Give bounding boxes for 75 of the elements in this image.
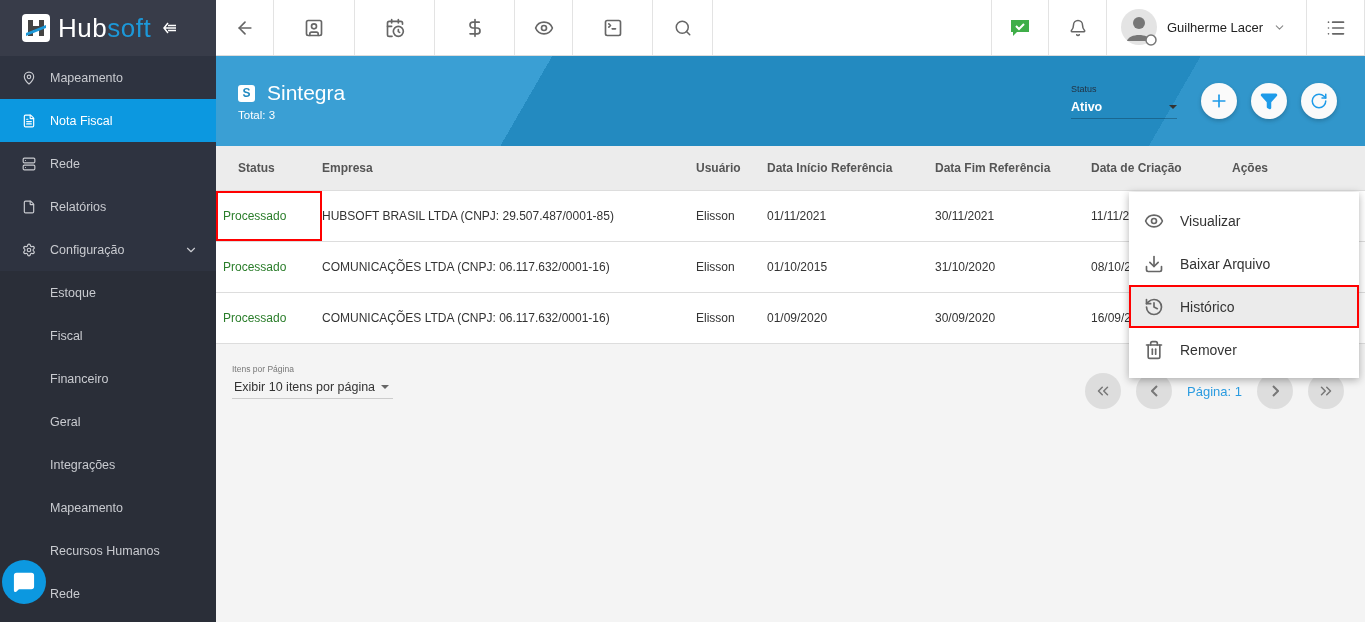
filter-button[interactable] xyxy=(1251,83,1287,119)
refresh-icon xyxy=(1310,92,1328,110)
menu-item[interactable]: Visualizar xyxy=(1129,199,1359,242)
sidebar-subitem[interactable]: Rede xyxy=(0,572,216,615)
status-select[interactable]: Status Ativo xyxy=(1071,83,1177,119)
table-cell: 08/10/2 xyxy=(1091,260,1132,274)
table-cell: 01/10/2015 xyxy=(767,260,828,274)
avatar-icon xyxy=(1121,8,1157,47)
settings-icon xyxy=(22,242,36,257)
menu-item[interactable]: Baixar Arquivo xyxy=(1129,242,1359,285)
table-cell: COMUNICAÇÕES LTDA (CNPJ: 06.117.632/0001-16) xyxy=(322,260,610,274)
brand-name: Hubsoft xyxy=(58,12,152,44)
history-icon xyxy=(1144,296,1164,317)
bell-icon xyxy=(1068,18,1087,37)
first-page-button[interactable] xyxy=(1085,373,1122,409)
page-title: Sintegra xyxy=(267,81,346,105)
menu-item[interactable]: Histórico xyxy=(1129,285,1359,328)
collapse-icon[interactable] xyxy=(163,22,178,34)
total-count: Total: 3 xyxy=(238,109,277,121)
refresh-button[interactable] xyxy=(1301,83,1337,119)
table-cell: 30/11/2021 xyxy=(935,209,995,223)
sidebar-item[interactable]: Rede xyxy=(0,142,216,185)
table-cell: Elisson xyxy=(696,209,735,223)
logo-icon xyxy=(22,14,50,42)
column-header: Status xyxy=(237,161,276,175)
table-cell: Elisson xyxy=(696,260,735,274)
sidebar-item[interactable]: Mapeamento xyxy=(0,56,216,99)
terminal-icon xyxy=(602,17,623,38)
column-header: Data Início Referência xyxy=(767,161,894,175)
sidebar-subitem[interactable]: Mapeamento xyxy=(0,486,216,529)
contact-card-icon xyxy=(304,17,324,38)
chevron-right-icon xyxy=(1271,385,1279,397)
download-icon xyxy=(1144,253,1164,274)
user-menu[interactable]: Guilherme Lacer xyxy=(1107,0,1307,55)
sidebar-subitem[interactable]: Estoque xyxy=(0,271,216,314)
add-button[interactable] xyxy=(1201,83,1237,119)
table-cell: 01/09/2020 xyxy=(767,311,828,325)
table-cell: 11/11/2 xyxy=(1091,209,1130,223)
file-icon xyxy=(22,199,36,214)
table-cell: 16/09/2 xyxy=(1091,311,1132,325)
column-header: Data Fim Referência xyxy=(935,161,1052,175)
calendar-clock-icon xyxy=(384,17,405,38)
column-header: Ações xyxy=(1232,161,1270,175)
page-badge: S xyxy=(238,84,255,102)
sidebar-subitem[interactable]: Integrações xyxy=(0,443,216,486)
table-cell: HUBSOFT BRASIL LTDA (CNPJ: 29.507.487/0001-85) xyxy=(322,209,614,223)
trash-icon xyxy=(1144,339,1164,360)
chevron-left-icon xyxy=(1150,385,1158,397)
page-size-select[interactable]: Itens por Página Exibir 10 itens por página xyxy=(232,364,393,399)
table-cell: COMUNICAÇÕES LTDA (CNPJ: 06.117.632/0001-16) xyxy=(322,311,610,325)
menu-item[interactable]: Remover xyxy=(1129,328,1359,371)
filter-icon xyxy=(1260,92,1278,110)
chat-bubble-icon xyxy=(13,571,35,593)
status-cell: Processado xyxy=(216,191,322,241)
table-cell: Elisson xyxy=(696,311,735,325)
sidebar-item[interactable]: Configuração xyxy=(0,228,216,271)
status-cell-text: Processado xyxy=(222,259,288,276)
table-cell: 01/11/2021 xyxy=(767,209,827,223)
column-header: Empresa xyxy=(322,161,374,175)
search-icon xyxy=(673,18,692,37)
column-header: Data de Criação xyxy=(1091,161,1183,175)
page-indicator: Página: 1 xyxy=(1187,383,1242,399)
sidebar-item[interactable]: Relatórios xyxy=(0,185,216,228)
server-icon xyxy=(22,156,36,171)
sidebar-subitem[interactable]: Financeiro xyxy=(0,357,216,400)
chat-check-icon xyxy=(1010,17,1030,38)
table-cell: 30/09/2020 xyxy=(935,311,996,325)
column-header: Usuário xyxy=(696,161,742,175)
status-cell-text: Processado xyxy=(222,310,288,327)
sidebar-subitem[interactable]: Fiscal xyxy=(0,314,216,357)
document-icon xyxy=(22,113,36,128)
sidebar-subitem[interactable]: Geral xyxy=(0,400,216,443)
map-pin-icon xyxy=(22,70,36,85)
table-cell: 31/10/2020 xyxy=(935,260,996,274)
sidebar-subitem[interactable]: Recursos Humanos xyxy=(0,529,216,572)
